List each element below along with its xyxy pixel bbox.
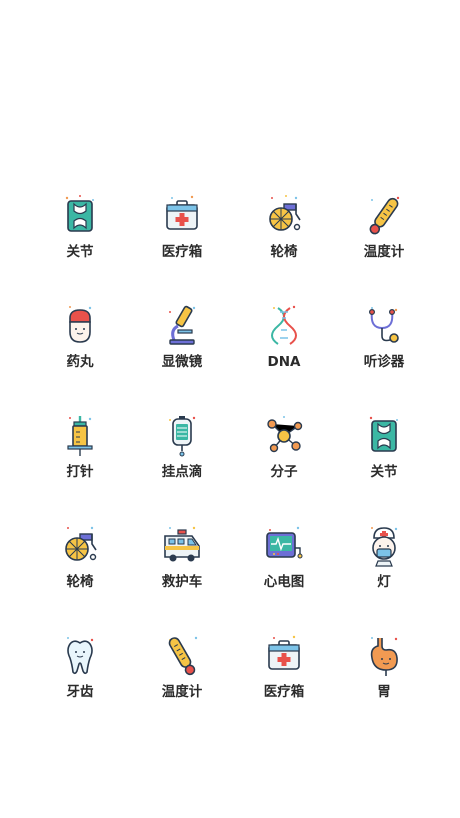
icon-label: 挂点滴 bbox=[161, 464, 203, 480]
icon-cell-stethoscope[interactable]: 听诊器 bbox=[334, 304, 434, 394]
icon-cell-medical-kit[interactable]: 医疗箱 bbox=[132, 194, 232, 284]
icon-cell-molecule[interactable]: 分子 bbox=[234, 414, 334, 504]
icon-label: 关节 bbox=[370, 464, 398, 480]
nurse-icon bbox=[371, 527, 398, 567]
pill-icon bbox=[69, 306, 92, 343]
stethoscope-icon bbox=[368, 307, 399, 343]
icon-cell-syringe[interactable]: 打针 bbox=[30, 414, 130, 504]
joint-icon bbox=[65, 195, 94, 232]
icon-label: 温度计 bbox=[161, 684, 203, 700]
icon-label: 医疗箱 bbox=[161, 244, 203, 260]
icon-label: 医疗箱 bbox=[263, 684, 305, 700]
icon-cell-wheelchair[interactable]: 轮椅 bbox=[30, 524, 130, 614]
wheelchair-icon bbox=[65, 526, 97, 561]
dna-icon bbox=[271, 305, 297, 345]
wheelchair-icon bbox=[269, 195, 301, 231]
icon-label: 温度计 bbox=[363, 244, 405, 260]
icon-cell-wheelchair[interactable]: 轮椅 bbox=[234, 194, 334, 284]
ecg-monitor-icon bbox=[266, 526, 303, 559]
medical-kit-icon bbox=[166, 195, 198, 230]
icon-label: 胃 bbox=[377, 684, 391, 700]
icon-label: 听诊器 bbox=[363, 354, 405, 370]
ambulance-icon bbox=[164, 526, 200, 562]
icon-cell-microscope[interactable]: 显微镜 bbox=[132, 304, 232, 394]
icon-label: 分子 bbox=[270, 464, 298, 480]
icon-cell-thermometer[interactable]: 温度计 bbox=[132, 634, 232, 724]
syringe-icon bbox=[67, 416, 93, 456]
microscope-icon bbox=[169, 305, 196, 345]
icon-cell-ambulance[interactable]: 救护车 bbox=[132, 524, 232, 614]
icon-cell-pill[interactable]: 药丸 bbox=[30, 304, 130, 394]
icon-cell-joint[interactable]: 关节 bbox=[334, 414, 434, 504]
icon-label: 轮椅 bbox=[270, 244, 298, 260]
icon-cell-joint[interactable]: 关节 bbox=[30, 194, 130, 284]
icon-grid: 关节 医疗箱 轮椅 温度计 药丸 显微镜 DNA 听诊器 打针 挂点滴 分子 关… bbox=[0, 0, 460, 818]
stomach-icon bbox=[370, 637, 398, 676]
icon-label: 关节 bbox=[66, 244, 94, 260]
iv-drip-icon bbox=[169, 416, 196, 457]
icon-label: DNA bbox=[267, 354, 301, 370]
icon-label: 灯 bbox=[377, 574, 391, 590]
thermometer-icon bbox=[369, 196, 400, 235]
icon-label: 牙齿 bbox=[66, 684, 94, 700]
icon-cell-thermometer[interactable]: 温度计 bbox=[334, 194, 434, 284]
molecule-icon bbox=[267, 416, 303, 453]
icon-label: 药丸 bbox=[66, 354, 94, 370]
icon-label: 轮椅 bbox=[66, 574, 94, 590]
icon-cell-stomach[interactable]: 胃 bbox=[334, 634, 434, 724]
icon-cell-ecg-monitor[interactable]: 心电图 bbox=[234, 524, 334, 614]
icon-cell-iv-drip[interactable]: 挂点滴 bbox=[132, 414, 232, 504]
icon-label: 显微镜 bbox=[161, 354, 203, 370]
medical-kit-icon bbox=[268, 635, 300, 670]
icon-cell-medical-kit[interactable]: 医疗箱 bbox=[234, 634, 334, 724]
tooth-icon bbox=[67, 637, 94, 675]
icon-label: 救护车 bbox=[161, 574, 203, 590]
thermometer-icon bbox=[168, 636, 198, 676]
icon-label: 打针 bbox=[66, 464, 94, 480]
icon-cell-nurse[interactable]: 灯 bbox=[334, 524, 434, 614]
joint-icon bbox=[369, 416, 398, 452]
icon-label: 心电图 bbox=[263, 574, 305, 590]
icon-cell-tooth[interactable]: 牙齿 bbox=[30, 634, 130, 724]
icon-cell-dna[interactable]: DNA bbox=[234, 304, 334, 394]
